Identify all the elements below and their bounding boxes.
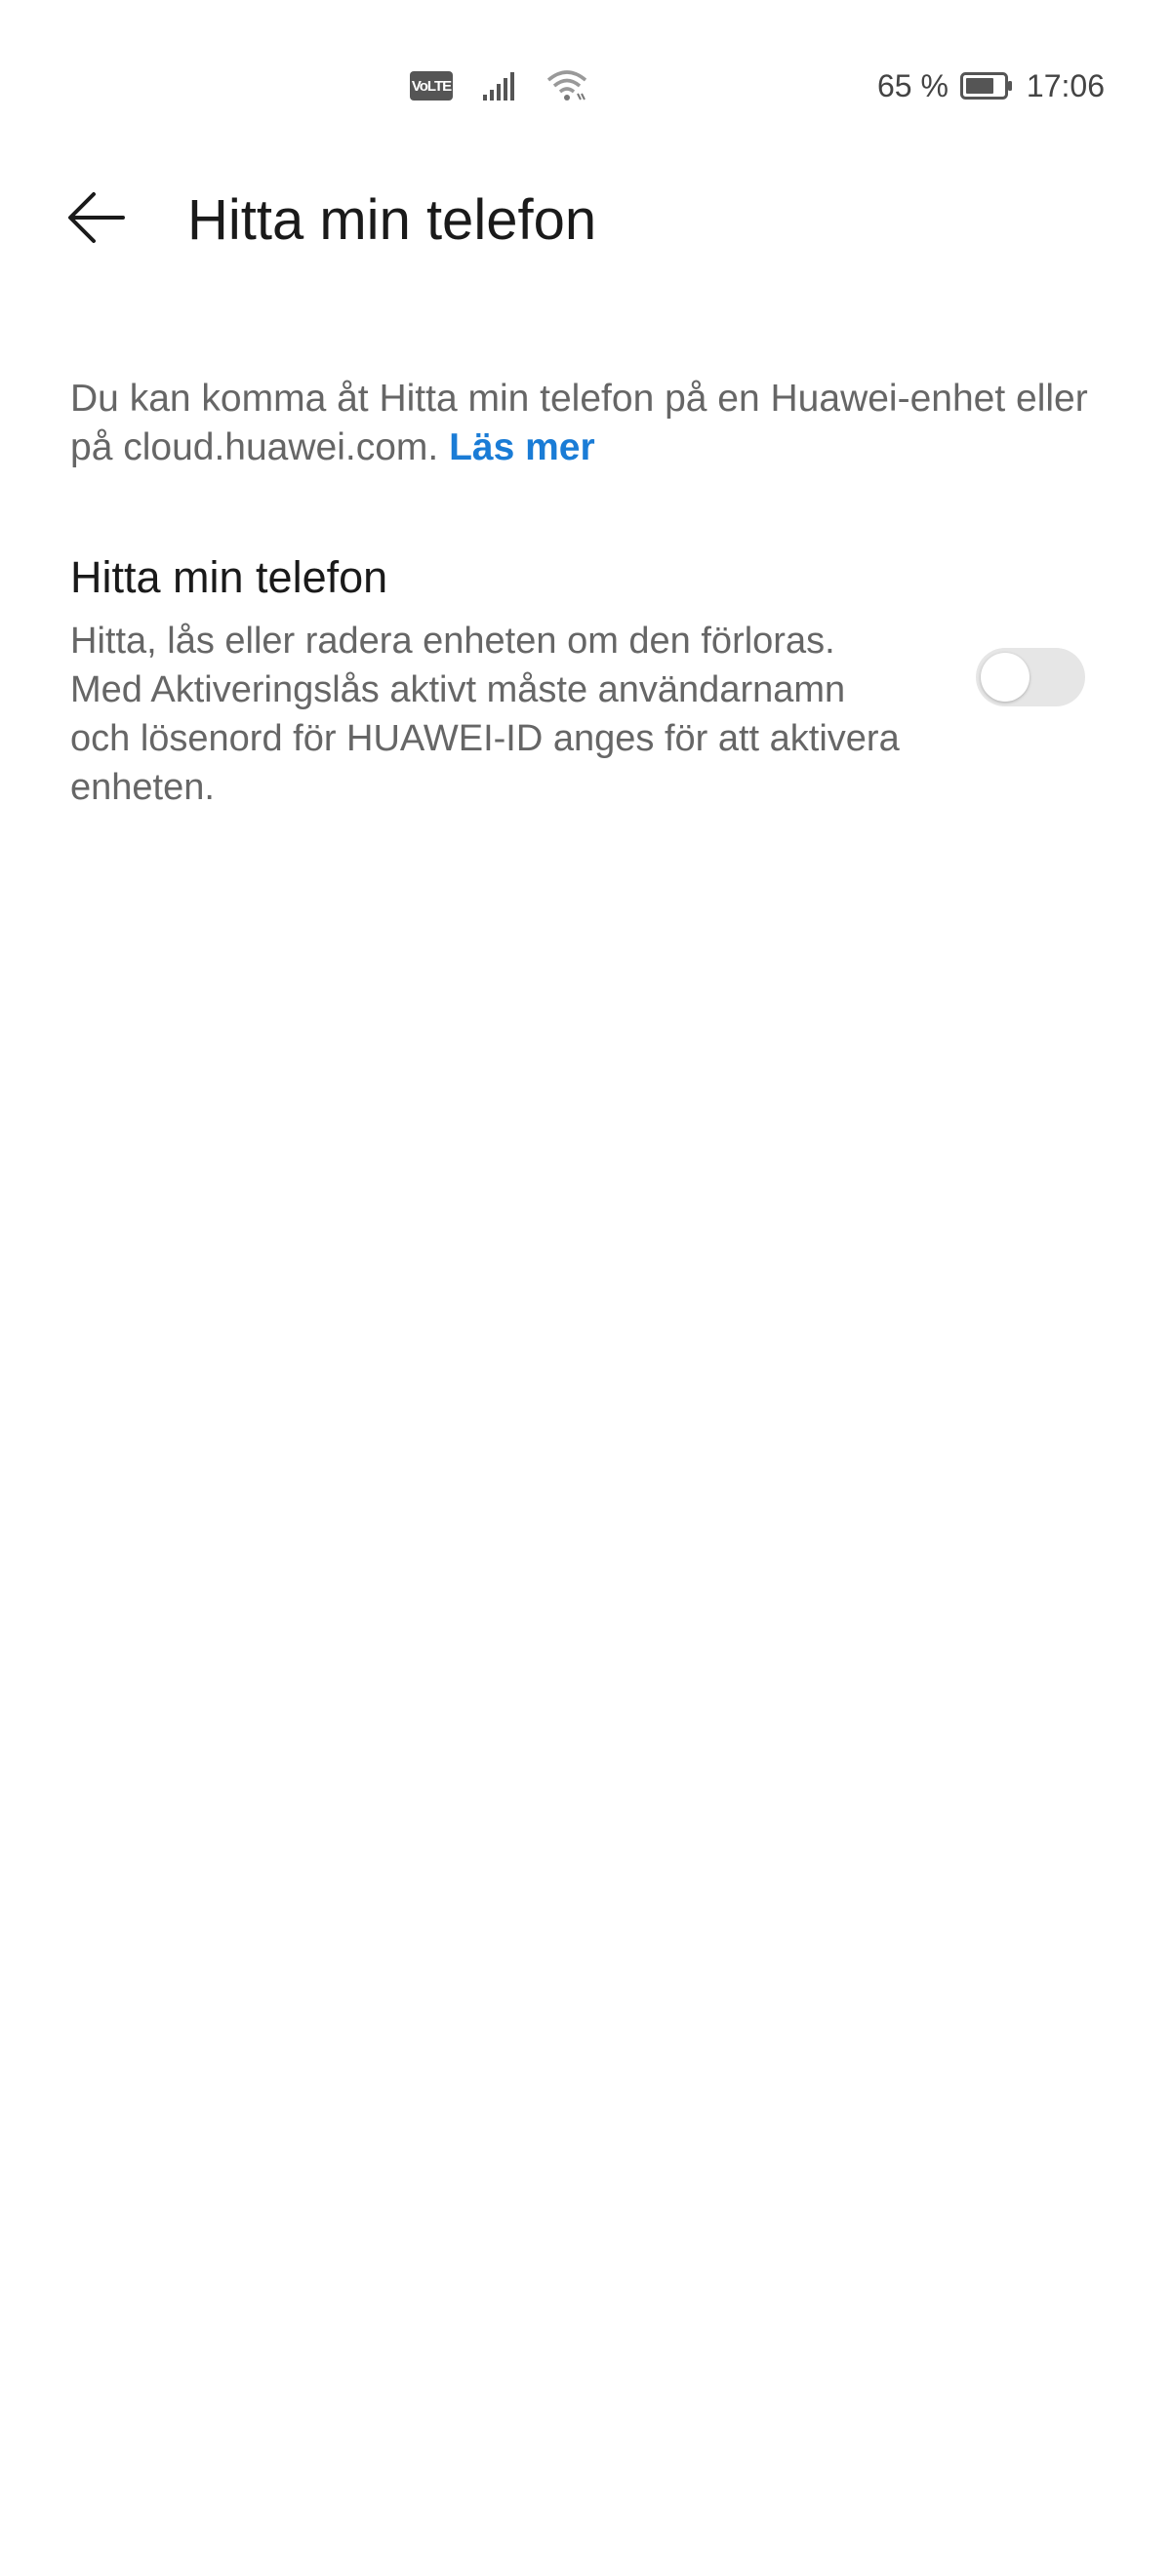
status-right: 65 % 17:06	[877, 64, 1105, 107]
find-my-phone-setting[interactable]: Hitta min telefon Hitta, lås eller rader…	[70, 546, 1101, 820]
arrow-left-icon	[66, 190, 127, 250]
read-more-link[interactable]: Läs mer	[449, 426, 595, 468]
volte-icon: VoLTE	[410, 71, 453, 101]
back-button[interactable]	[61, 183, 133, 256]
toggle-knob	[981, 653, 1030, 702]
find-my-phone-toggle[interactable]	[976, 648, 1085, 706]
status-bar: VoLTE 65 % 17:06	[0, 0, 1171, 146]
description-text: Du kan komma åt Hitta min telefon på en …	[70, 375, 1124, 472]
app-bar: Hitta min telefon	[0, 176, 1171, 263]
setting-description: Hitta, lås eller radera enheten om den f…	[70, 621, 900, 808]
battery-percent: 65 %	[876, 67, 949, 103]
clock: 17:06	[1026, 67, 1105, 103]
status-left: VoLTE	[410, 66, 587, 105]
page-title: Hitta min telefon	[187, 188, 597, 252]
signal-icon	[482, 71, 517, 101]
setting-title: Hitta min telefon	[70, 552, 388, 602]
battery-icon	[959, 71, 1015, 101]
screen: VoLTE 65 % 17:06 Hitta min telefon Du ka…	[0, 0, 1171, 2576]
wifi-icon	[546, 70, 587, 101]
